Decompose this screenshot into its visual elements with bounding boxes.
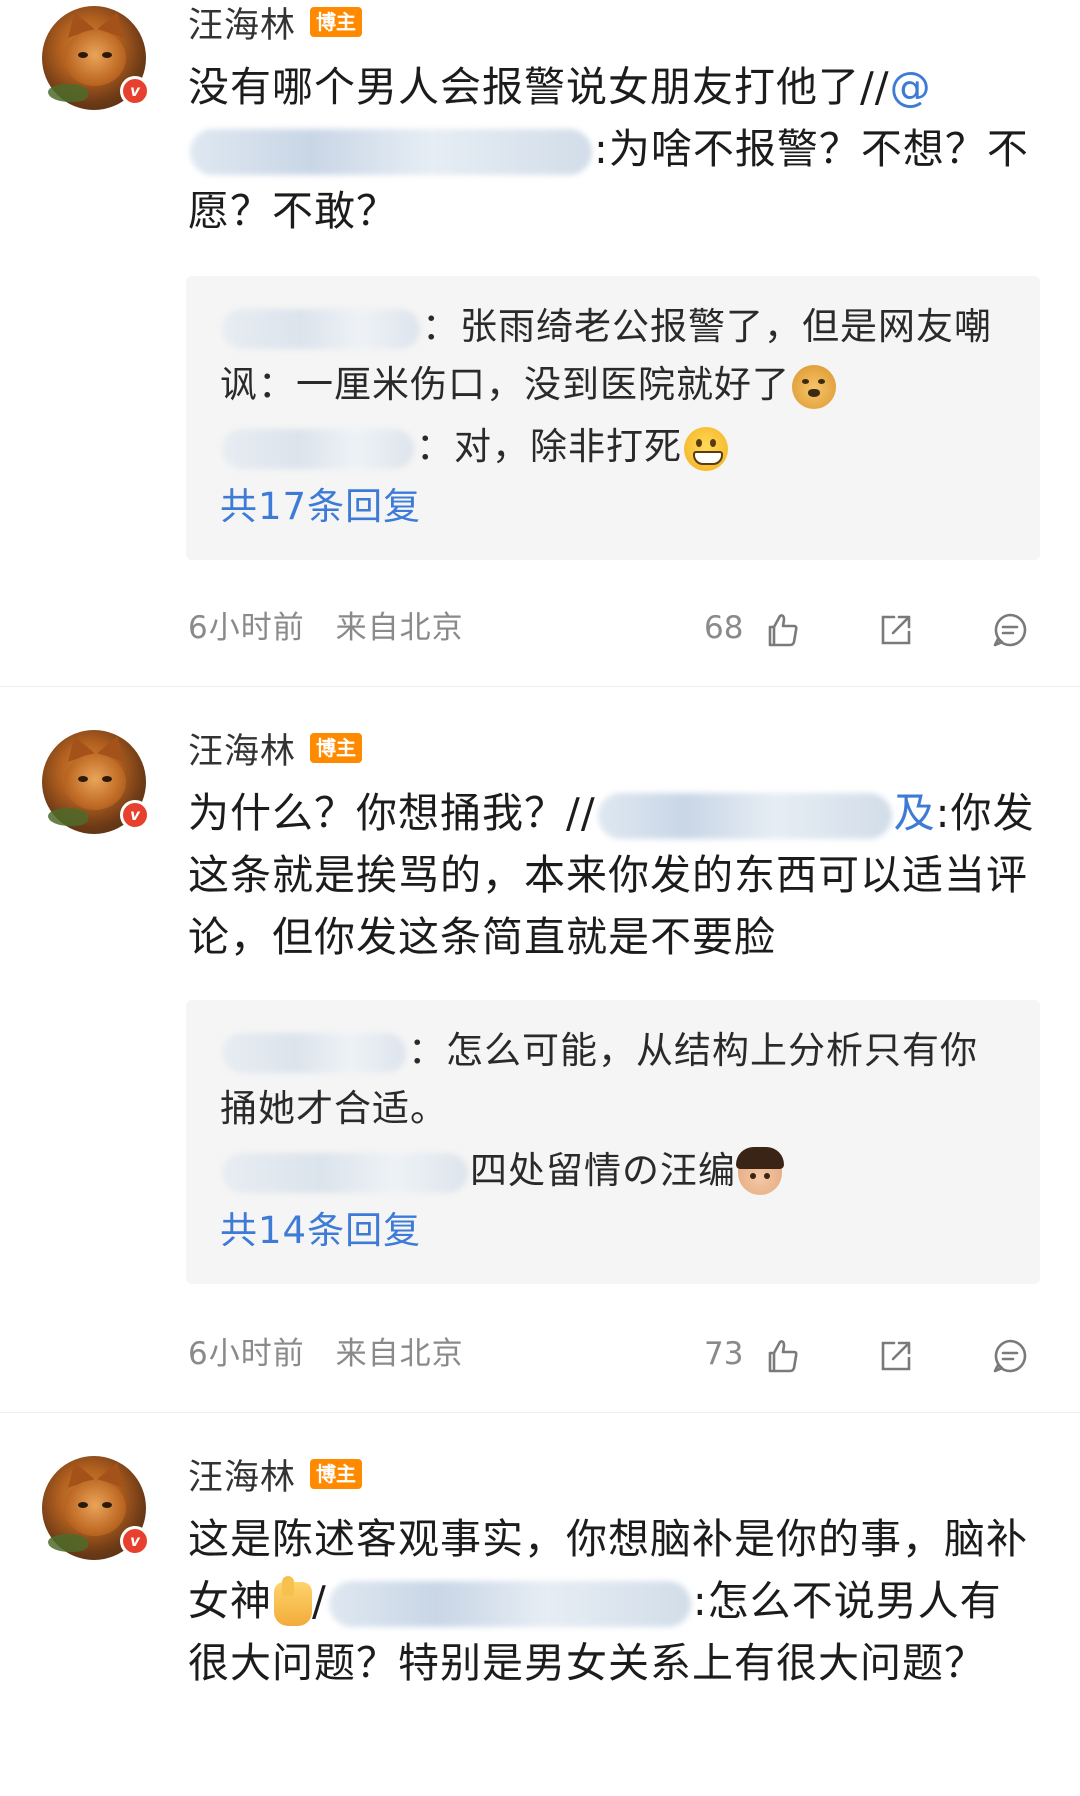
verified-v-icon: v [120,76,150,106]
redacted-username [190,129,592,175]
reply-box[interactable]: ：怎么可能，从结构上分析只有你捅她才合适。 四处留情の汪编 共14条回复 [186,1000,1040,1284]
redacted-username [597,793,892,839]
meta-row: 6小时前 来自北京 73 [188,1334,1040,1374]
author-name[interactable]: 汪海林 [188,0,296,48]
share-icon[interactable] [874,608,918,652]
like-icon[interactable] [760,1334,804,1378]
share-icon[interactable] [874,1334,918,1378]
comment-text: 这是陈述客观事实，你想脑补是你的事，脑补女神 /:怎么不说男人有很大问题？特别是男… [188,1515,1028,1687]
redacted-username [222,1032,406,1073]
comment-icon[interactable] [988,1334,1032,1378]
blogger-tag: 博主 [310,7,363,37]
comment-text: 没有哪个男人会报警说女朋友打他了//@:为啥不报警？不想？不愿？不敢？ [188,63,1029,235]
divider [0,686,1080,687]
reply-count-link[interactable]: 共14条回复 [220,1202,1008,1260]
like-count: 68 [704,610,744,646]
blogger-tag: 博主 [310,1459,363,1489]
author-name[interactable]: 汪海林 [188,723,296,774]
reply-count-link[interactable]: 共17条回复 [220,478,1008,536]
girl-emoji-icon [736,1146,784,1195]
reply-box[interactable]: ：张雨绮老公报警了，但是网友嘲讽：一厘米伤口，没到医院就好了 ：对，除非打死 共… [186,276,1040,560]
verified-v-icon: v [120,1526,150,1556]
comment-icon[interactable] [988,608,1032,652]
blogger-tag: 博主 [310,733,363,763]
reply-item[interactable]: ：怎么可能，从结构上分析只有你捅她才合适。 [220,1022,1008,1138]
redacted-username [222,308,420,349]
reply-item[interactable]: ：张雨绮老公报警了，但是网友嘲讽：一厘米伤口，没到医院就好了 [220,298,1008,414]
redacted-username [222,1152,468,1193]
avatar[interactable]: v [42,1456,150,1560]
avatar[interactable]: v [42,730,150,834]
divider [0,1412,1080,1413]
author-name[interactable]: 汪海林 [188,1449,296,1500]
timestamp: 6小时前 [188,610,305,646]
reply-item[interactable]: ：对，除非打死 [220,418,1008,476]
reply-item[interactable]: 四处留情の汪编 [220,1142,1008,1200]
location: 来自北京 [335,1336,464,1372]
location: 来自北京 [335,610,464,646]
like-icon[interactable] [760,608,804,652]
thumbs-up-emoji-icon [274,1576,312,1626]
doge-emoji-icon [792,364,836,409]
grin-emoji-icon [684,426,728,471]
like-count: 73 [704,1336,744,1372]
meta-row: 6小时前 来自北京 68 [188,608,1040,648]
redacted-username [328,1581,691,1627]
mention-link[interactable]: @ [890,63,932,111]
comment-text: 为什么？你想捅我？//及:你发这条就是挨骂的，本来你发的东西可以适当评论，但你发… [188,789,1035,961]
avatar[interactable]: v [42,6,150,110]
verified-v-icon: v [120,800,150,830]
mention-link[interactable]: 及 [894,789,936,837]
timestamp: 6小时前 [188,1336,305,1372]
redacted-username [222,428,414,469]
